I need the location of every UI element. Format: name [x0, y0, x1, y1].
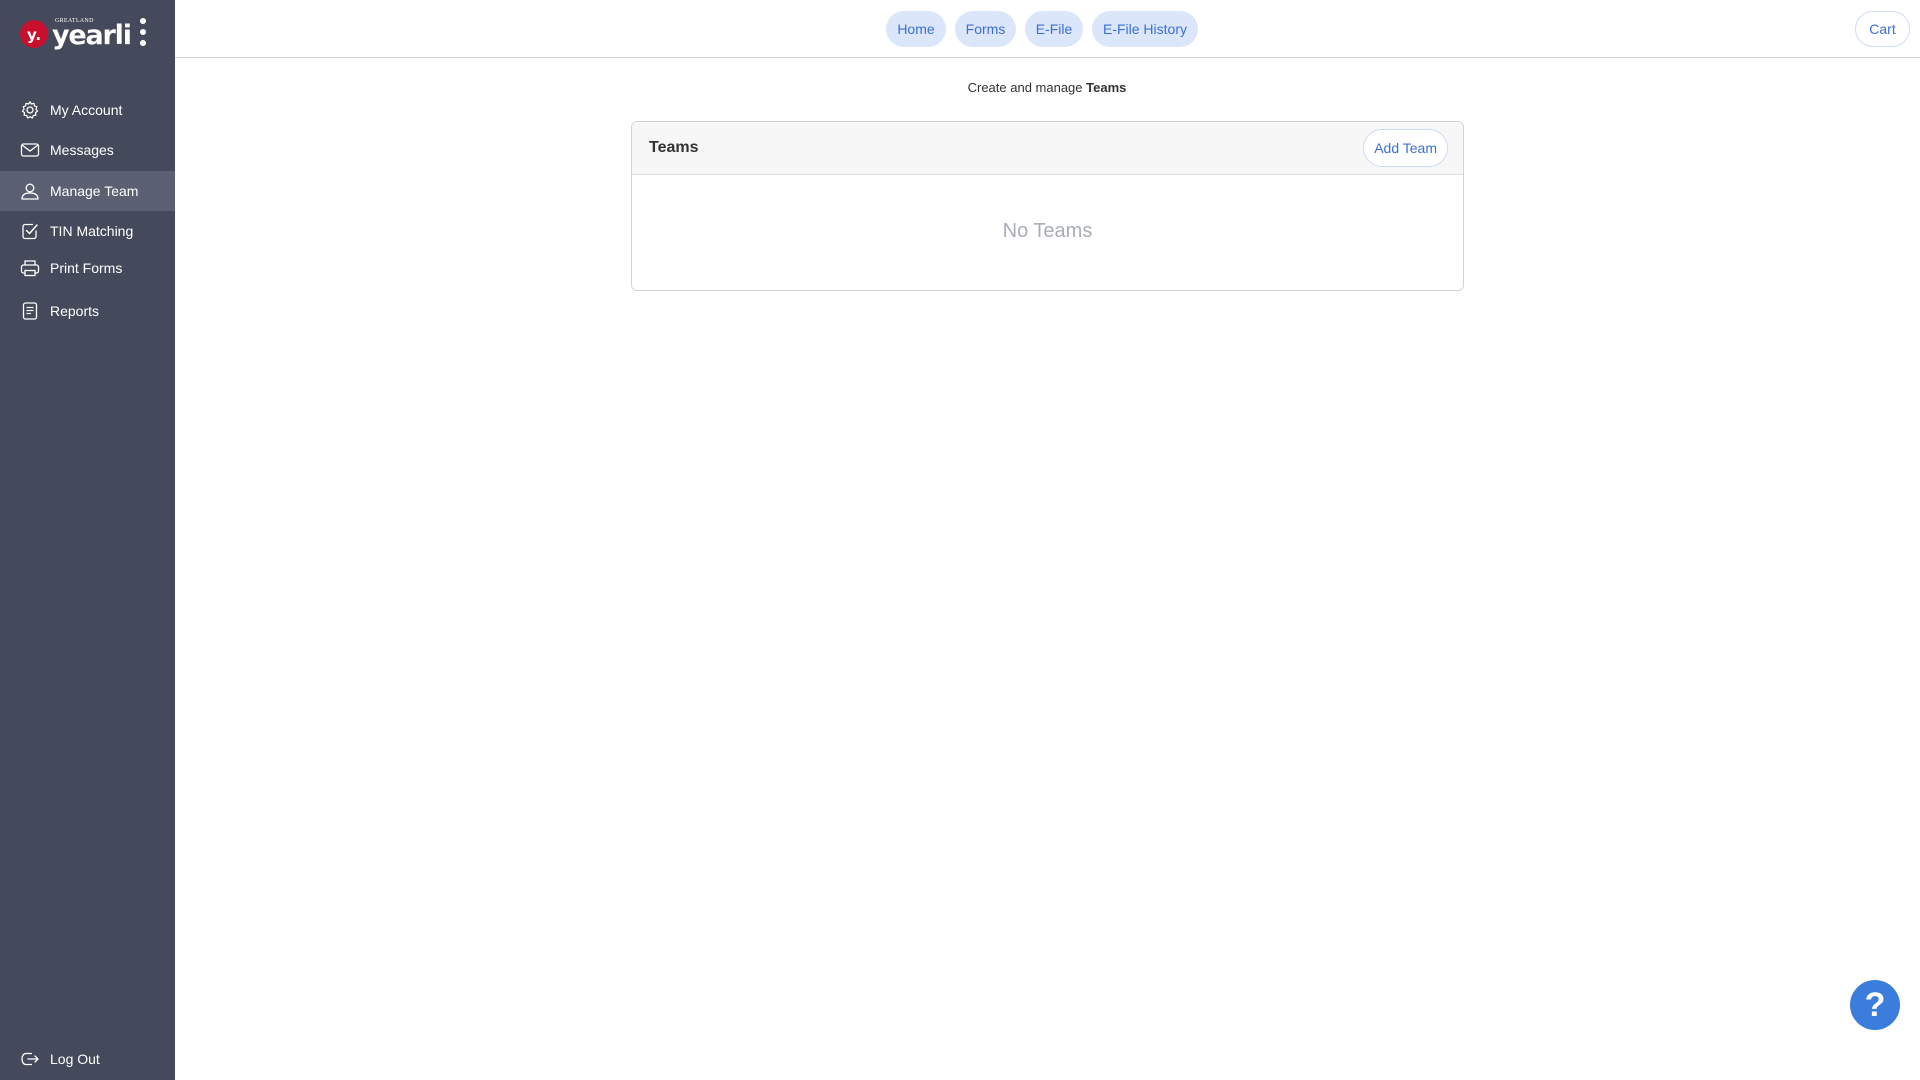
user-icon [21, 183, 39, 200]
help-button[interactable]: ? [1850, 980, 1900, 1030]
svg-text:y.: y. [27, 26, 41, 44]
sidebar-item-label: My Account [50, 102, 123, 118]
sidebar-item-manage-team[interactable]: Manage Team [0, 171, 175, 211]
tab-forms[interactable]: Forms [955, 11, 1016, 47]
sidebar-item-my-account[interactable]: My Account [0, 90, 175, 130]
question-mark-icon: ? [1864, 985, 1886, 1024]
tab-home[interactable]: Home [886, 11, 946, 47]
gear-icon [21, 101, 39, 119]
sidebar-item-label: Print Forms [50, 260, 123, 276]
sidebar-item-print-forms[interactable]: Print Forms [0, 248, 175, 288]
sidebar-item-messages[interactable]: Messages [0, 130, 175, 170]
envelope-icon [20, 143, 40, 157]
sidebar: y. GREATLAND yearli My Account Messages [0, 0, 175, 1080]
yearli-logo-icon: y. [20, 20, 48, 48]
teams-card-title: Teams [649, 139, 699, 156]
page-subtitle: Create and manage Teams [631, 80, 1463, 95]
logout-label: Log Out [50, 1051, 100, 1067]
add-team-button[interactable]: Add Team [1363, 129, 1448, 167]
sidebar-item-label: Manage Team [50, 183, 139, 199]
sidebar-item-tin-matching[interactable]: TIN Matching [0, 211, 175, 251]
sidebar-item-reports[interactable]: Reports [0, 291, 175, 331]
teams-card-header: Teams Add Team [632, 122, 1463, 175]
tab-e-file[interactable]: E-File [1025, 11, 1083, 47]
empty-state-text: No Teams [1002, 220, 1093, 242]
brand-wordmark: yearli [52, 20, 132, 51]
teams-card: Teams Add Team No Teams [631, 121, 1464, 291]
page-subtitle-bold: Teams [1086, 80, 1127, 95]
tab-e-file-history[interactable]: E-File History [1092, 11, 1198, 47]
top-navigation: Home Forms E-File E-File History Cart [175, 0, 1920, 58]
cart-button[interactable]: Cart [1855, 11, 1910, 47]
logout-button[interactable]: Log Out [0, 1039, 175, 1079]
kebab-menu-icon[interactable] [133, 16, 153, 48]
check-square-icon [22, 223, 38, 240]
sidebar-item-label: Reports [50, 303, 100, 319]
printer-icon [20, 260, 40, 277]
page-subtitle-prefix: Create and manage [967, 80, 1087, 95]
logout-icon [21, 1052, 39, 1066]
sidebar-item-label: Messages [50, 142, 114, 158]
document-icon [22, 302, 38, 320]
sidebar-item-label: TIN Matching [50, 223, 134, 239]
